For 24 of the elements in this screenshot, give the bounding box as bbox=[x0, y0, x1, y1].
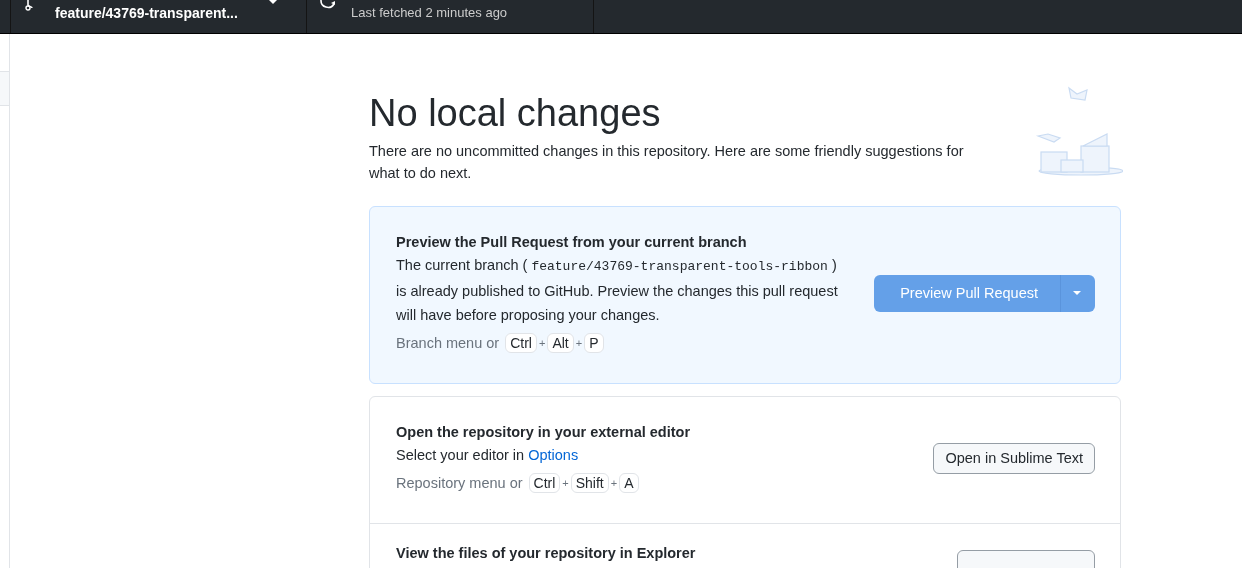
suggestion-title: Preview the Pull Request from your current branch bbox=[396, 233, 748, 252]
plus-sign: + bbox=[562, 476, 569, 491]
open-editor-button[interactable]: Open in Sublime Text bbox=[933, 442, 1095, 474]
caret-icon[interactable] bbox=[267, 0, 279, 6]
keyboard-key: Ctrl bbox=[528, 473, 561, 493]
description-text: There are no uncommitted changes in this repository. Here are some friendly suggestions for what to do next. bbox=[369, 142, 965, 183]
suggestion-title: Open the repository in your external editor bbox=[396, 423, 692, 442]
plus-sign: + bbox=[575, 336, 583, 351]
shortcut-hint: Repository menu or bbox=[396, 474, 523, 493]
plus-sign: + bbox=[610, 476, 618, 491]
keyboard-key: P bbox=[584, 333, 604, 353]
keyboard-key: Alt bbox=[547, 333, 574, 353]
keyboard-key: Ctrl bbox=[505, 333, 537, 353]
suggestion-title: View the files of your repository in Explorer bbox=[396, 544, 697, 563]
suggestion-description: Select your editor in Options bbox=[396, 446, 580, 465]
shortcut-hint: Branch menu or bbox=[396, 334, 500, 353]
keyboard-key: Shift bbox=[570, 473, 609, 493]
page-title: No local changes bbox=[369, 91, 662, 136]
last-fetched-text: Last fetched 2 minutes ago bbox=[351, 5, 508, 20]
keyboard-key: A bbox=[619, 473, 639, 493]
suggestion-description: The current branch ( feature/43769-transparent-tools-ribbon ) is already published to GitHub. Preview the changes this pull request will have before proposing your changes. bbox=[396, 256, 839, 325]
plus-sign: + bbox=[538, 336, 546, 351]
options-link[interactable]: Options bbox=[528, 447, 579, 463]
branch-name[interactable]: feature/43769-transparent... bbox=[55, 5, 238, 21]
